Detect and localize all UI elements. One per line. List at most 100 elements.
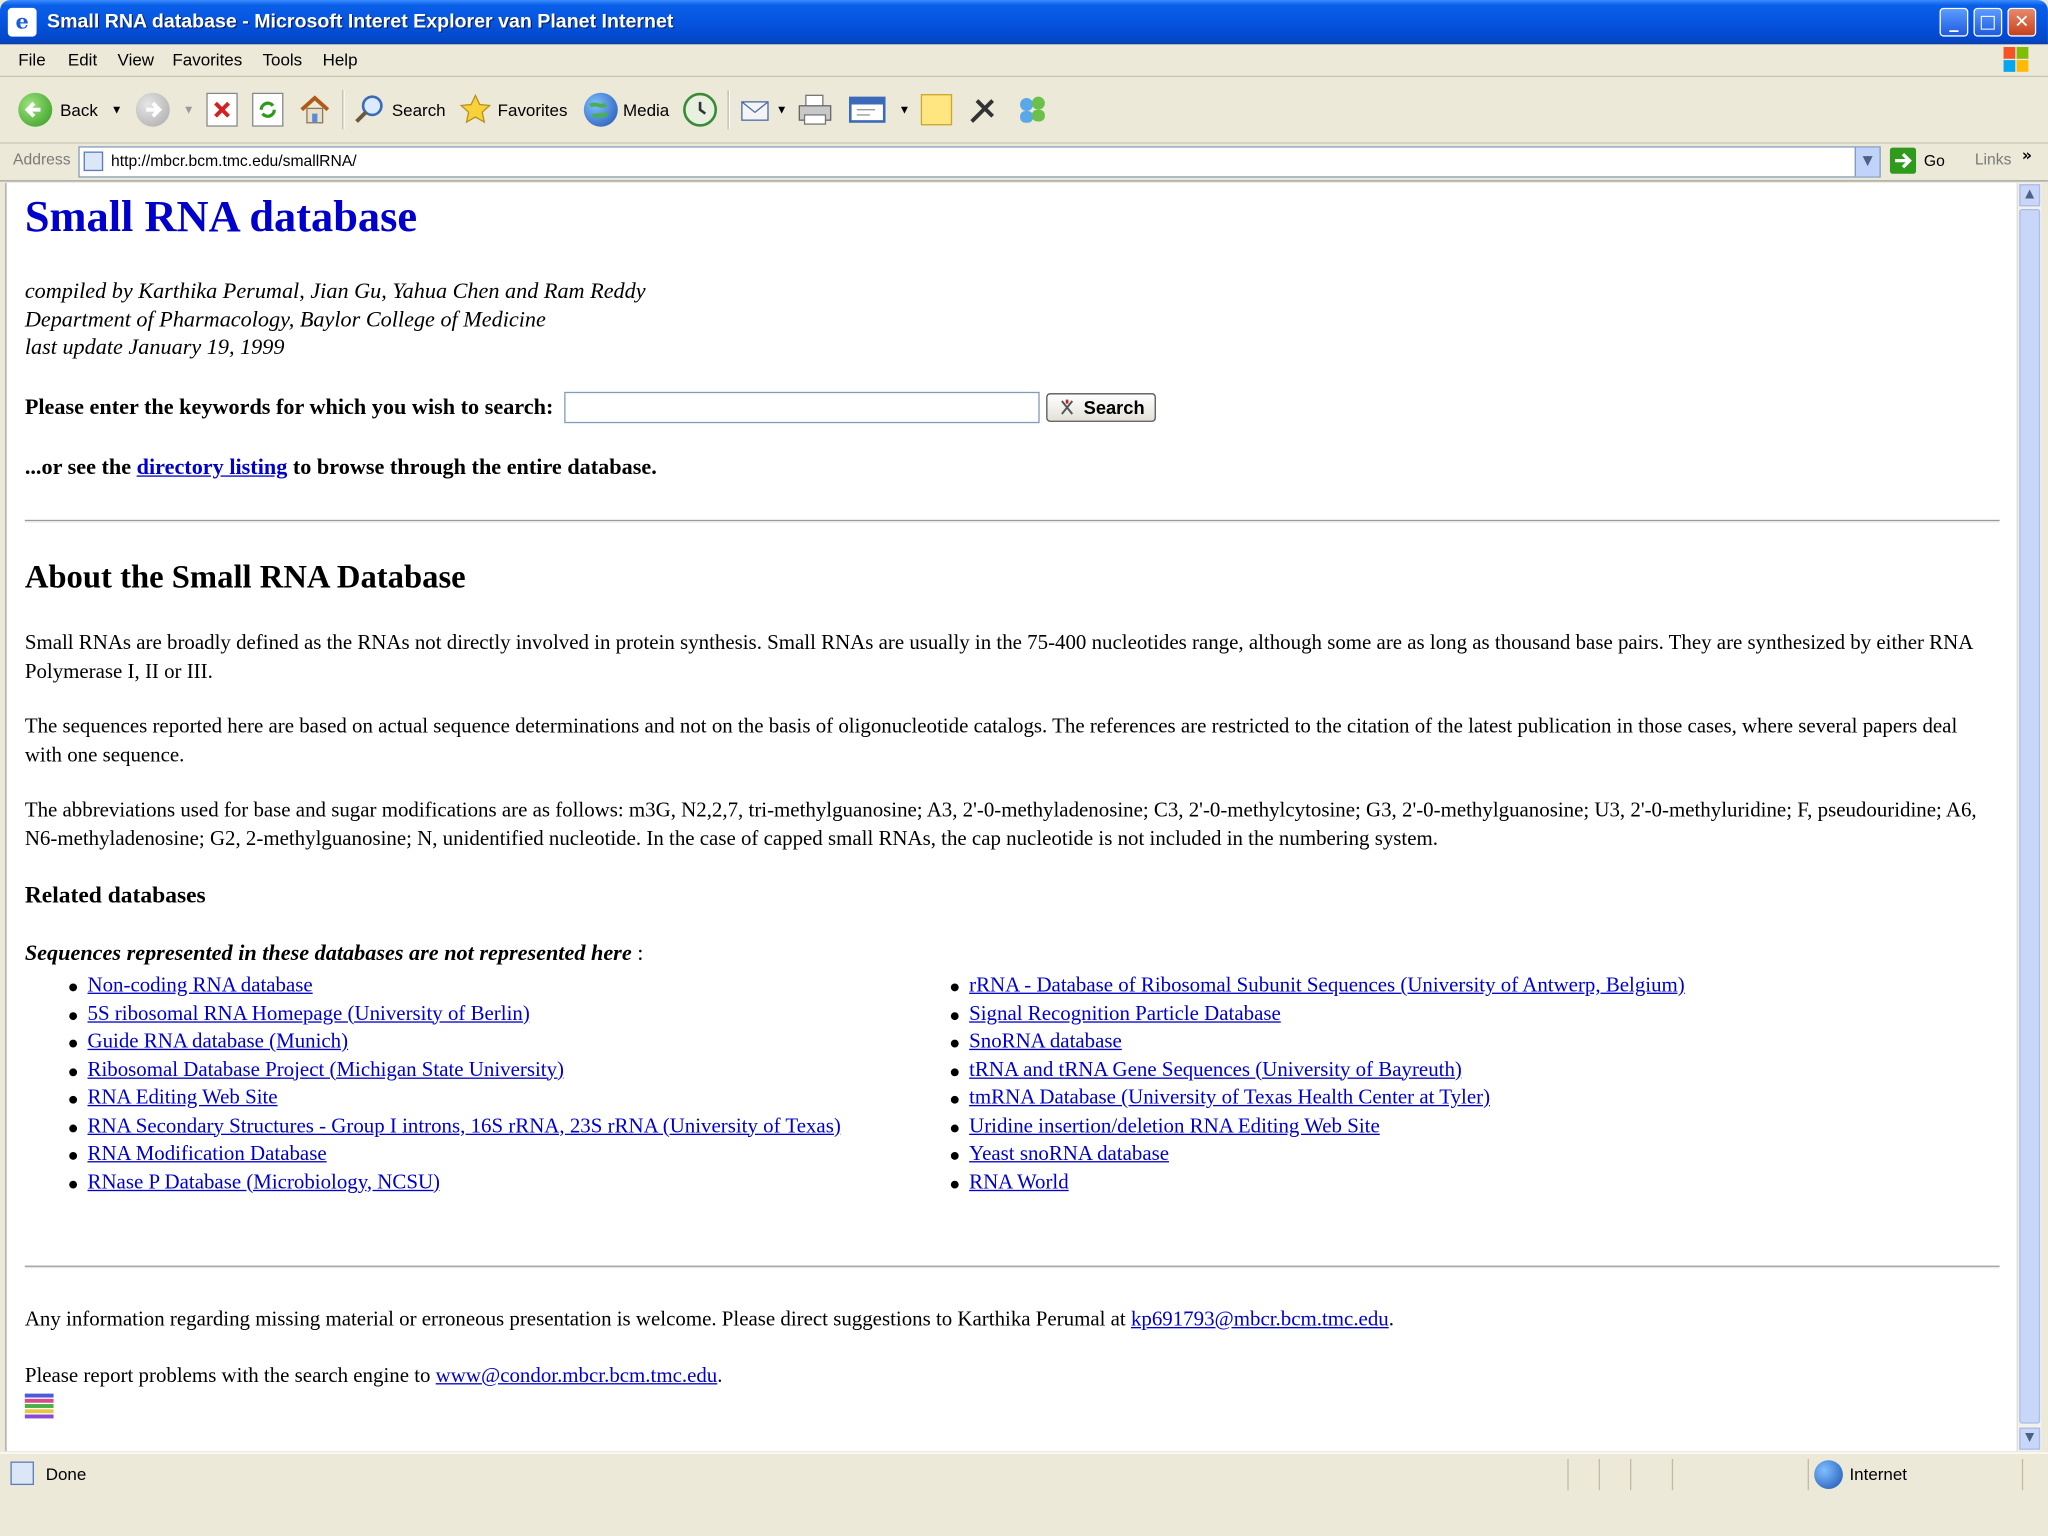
favorites-button[interactable]: Favorites — [458, 90, 567, 129]
minimize-button[interactable]: _ — [1939, 7, 1969, 37]
address-url[interactable]: http://mbcr.bcm.tmc.edu/smallRNA/ — [111, 152, 357, 170]
edit-button[interactable]: ▼ — [848, 90, 911, 129]
back-dropdown-icon[interactable]: ▼ — [111, 103, 123, 116]
browser-window: e Small RNA database - Microsoft Interet… — [0, 0, 2048, 1535]
related-link[interactable]: Signal Recognition Particle Database — [969, 1002, 1281, 1024]
window-bottom-edge — [0, 1495, 2048, 1535]
favorites-star-icon — [458, 93, 492, 127]
maximize-button[interactable]: □ — [1973, 7, 2003, 37]
menu-file[interactable]: File — [18, 50, 45, 70]
back-label: Back — [60, 99, 98, 120]
toolbar: Back ▼ ▼ Search Favorites Media ▼ ▼ — [0, 77, 2048, 144]
list-item: RNase P Database (Microbiology, NCSU) — [25, 1168, 841, 1196]
directory-listing-link[interactable]: directory listing — [137, 455, 288, 480]
related-link[interactable]: Ribosomal Database Project (Michigan Sta… — [88, 1059, 564, 1081]
keyword-search-input[interactable] — [563, 391, 1040, 424]
edit-dropdown-icon[interactable]: ▼ — [899, 103, 911, 116]
messenger-tool-button[interactable] — [967, 90, 1001, 129]
mail-dropdown-icon[interactable]: ▼ — [776, 103, 788, 116]
forward-button[interactable]: ▼ — [135, 90, 195, 129]
address-input[interactable]: http://mbcr.bcm.tmc.edu/smallRNA/ ▼ — [78, 146, 1881, 178]
history-button[interactable] — [683, 90, 718, 129]
related-link[interactable]: Guide RNA database (Munich) — [88, 1031, 349, 1053]
related-link[interactable]: Non-coding RNA database — [88, 974, 313, 996]
messenger-button[interactable] — [1015, 90, 1052, 129]
refresh-button[interactable] — [252, 90, 284, 129]
menu-favorites[interactable]: Favorites — [172, 50, 242, 70]
printer-icon — [797, 93, 834, 127]
home-icon — [298, 93, 332, 127]
list-item: Signal Recognition Particle Database — [906, 1000, 1684, 1028]
related-link[interactable]: tRNA and tRNA Gene Sequences (University… — [969, 1059, 1462, 1081]
related-link[interactable]: Yeast snoRNA database — [969, 1143, 1169, 1165]
books-icon — [24, 1393, 54, 1420]
footer-info: Any information regarding missing materi… — [25, 1309, 1394, 1333]
divider — [24, 1265, 2000, 1269]
close-button[interactable]: ✕ — [2007, 7, 2037, 37]
back-button[interactable]: Back ▼ — [18, 90, 123, 129]
menu-help[interactable]: Help — [323, 50, 358, 70]
page-icon — [83, 151, 104, 172]
browse-suffix: to browse through the entire database. — [287, 454, 657, 480]
related-link[interactable]: RNase P Database (Microbiology, NCSU) — [88, 1171, 441, 1193]
search-submit-button[interactable]: Search — [1045, 393, 1157, 422]
about-paragraph-3: The abbreviations used for base and suga… — [24, 799, 1977, 850]
contact-email-link[interactable]: kp691793@mbcr.bcm.tmc.edu — [1131, 1309, 1389, 1331]
links-button[interactable]: Links — [1975, 150, 2012, 168]
about-paragraph-1: Small RNAs are broadly defined as the RN… — [24, 632, 1973, 683]
footer-info-text: Any information regarding missing materi… — [24, 1308, 1131, 1331]
scroll-thumb[interactable] — [2019, 208, 2041, 1424]
list-item: SnoRNA database — [906, 1028, 1684, 1056]
forward-arrow-icon — [135, 92, 170, 127]
mail-button[interactable]: ▼ — [739, 90, 787, 129]
toolbar-overflow-icon[interactable]: » — [2022, 146, 2032, 164]
list-item: RNA Modification Database — [25, 1140, 841, 1168]
related-link[interactable]: 5S ribosomal RNA Homepage (University of… — [88, 1002, 530, 1024]
list-item: tRNA and tRNA Gene Sequences (University… — [906, 1056, 1684, 1084]
related-link[interactable]: RNA Modification Database — [88, 1143, 327, 1165]
menu-edit[interactable]: Edit — [68, 50, 97, 70]
go-button[interactable]: Go — [1889, 146, 1945, 175]
window-title: Small RNA database - Microsoft Interet E… — [47, 10, 674, 33]
related-link[interactable]: rRNA - Database of Ribosomal Subunit Seq… — [969, 974, 1685, 996]
list-item: Yeast snoRNA database — [906, 1140, 1684, 1168]
print-button[interactable] — [797, 90, 834, 129]
list-item: Guide RNA database (Munich) — [25, 1028, 841, 1056]
related-link[interactable]: RNA Secondary Structures - Group I intro… — [88, 1115, 841, 1137]
page-status-icon — [10, 1461, 34, 1486]
discuss-button[interactable] — [920, 90, 953, 129]
related-link[interactable]: tmRNA Database (University of Texas Heal… — [969, 1087, 1490, 1109]
related-note: Sequences represented in these databases… — [25, 940, 644, 966]
media-button[interactable]: Media — [583, 90, 669, 129]
related-link[interactable]: Uridine insertion/deletion RNA Editing W… — [969, 1115, 1380, 1137]
windows-flag-icon — [2003, 47, 2030, 73]
page-viewport: Small RNA database compiled by Karthika … — [5, 182, 2018, 1452]
related-note-suffix: : — [631, 940, 644, 966]
related-link[interactable]: SnoRNA database — [969, 1031, 1122, 1053]
forward-dropdown-icon[interactable]: ▼ — [183, 103, 195, 116]
media-globe-icon — [583, 92, 618, 127]
search-button-icon — [1060, 399, 1073, 415]
list-item: RNA Secondary Structures - Group I intro… — [25, 1112, 841, 1140]
stop-button[interactable] — [206, 90, 238, 129]
menu-tools[interactable]: Tools — [263, 50, 303, 70]
address-label: Address — [13, 150, 71, 169]
home-button[interactable] — [298, 90, 332, 129]
history-clock-icon — [683, 92, 718, 127]
search-form: Please enter the keywords for which you … — [25, 391, 1157, 424]
search-engine-email-link[interactable]: www@condor.mbcr.bcm.tmc.edu — [436, 1365, 718, 1387]
scroll-up-icon[interactable]: ▲ — [2019, 184, 2041, 207]
vertical-scrollbar[interactable]: ▲ ▼ — [2016, 182, 2042, 1452]
note-icon — [920, 94, 953, 126]
related-note-text: Sequences represented in these databases… — [24, 940, 632, 966]
scroll-down-icon[interactable]: ▼ — [2019, 1427, 2041, 1450]
address-dropdown-icon[interactable]: ▼ — [1854, 147, 1880, 177]
menu-view[interactable]: View — [118, 50, 155, 70]
messenger-people-icon — [1015, 93, 1052, 127]
related-link[interactable]: RNA World — [969, 1171, 1069, 1193]
refresh-icon — [252, 92, 284, 127]
search-button[interactable]: Search — [353, 90, 446, 129]
search-magnifier-icon — [353, 93, 387, 127]
related-link[interactable]: RNA Editing Web Site — [88, 1087, 278, 1109]
related-list-left: Non-coding RNA database 5S ribosomal RNA… — [25, 972, 841, 1197]
